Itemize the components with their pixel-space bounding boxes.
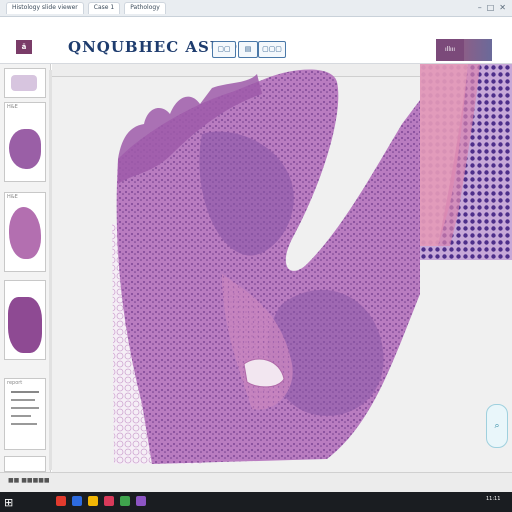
slide-thumbnail[interactable]: H&E — [4, 102, 46, 182]
slide-thumbnail[interactable]: H&E — [4, 192, 46, 272]
slide-thumbnail[interactable] — [4, 456, 46, 472]
minimize-icon[interactable]: – — [478, 3, 482, 12]
report-line — [11, 399, 35, 401]
close-icon[interactable]: ✕ — [499, 3, 506, 12]
taskbar-app-icon[interactable] — [56, 496, 66, 506]
toolbar-button-3[interactable]: ▢▢▢ — [258, 41, 286, 58]
thumbnail-image — [9, 129, 41, 169]
thumbnail-image — [9, 207, 41, 259]
zoom-control[interactable]: ⌕ — [486, 404, 508, 448]
browser-tab[interactable]: Pathology — [124, 2, 166, 14]
taskbar-app-icon[interactable] — [136, 496, 146, 506]
magnifier-icon: ⌕ — [494, 421, 500, 431]
browser-tab[interactable]: Case 1 — [87, 2, 121, 14]
taskbar-app-icon[interactable] — [72, 496, 82, 506]
status-bar — [0, 472, 512, 493]
brand-banner — [464, 39, 492, 61]
thumbnail-image — [11, 75, 37, 91]
magnified-inset-image[interactable] — [420, 64, 512, 260]
slide-thumbnail[interactable]: report — [4, 378, 46, 450]
taskbar-app-icon[interactable] — [104, 496, 114, 506]
maximize-icon[interactable]: □ — [487, 3, 495, 12]
window-controls: – □ ✕ — [478, 3, 506, 12]
report-line — [11, 407, 39, 409]
thumbnail-caption: report — [7, 380, 23, 386]
app-logo[interactable]: ä — [16, 40, 32, 54]
report-line — [11, 391, 39, 393]
taskbar-clock[interactable]: 11:11 — [486, 496, 500, 502]
taskbar-app-icon[interactable] — [88, 496, 98, 506]
taskbar-app-icon[interactable] — [120, 496, 130, 506]
thumbnail-image — [8, 297, 42, 353]
start-button-icon[interactable]: ⊞ — [4, 496, 13, 509]
tissue-section-image[interactable] — [52, 64, 420, 472]
thumbnail-caption: H&E — [7, 194, 18, 200]
slide-thumbnail[interactable] — [4, 280, 46, 360]
toolbar-button-2[interactable]: ▤ — [238, 41, 258, 58]
status-text: ■■ ■■■■■ — [8, 477, 50, 484]
report-line — [11, 423, 37, 425]
brand-badge: ıllııı — [436, 39, 464, 61]
report-line — [11, 415, 31, 417]
slide-thumbnail[interactable] — [4, 68, 46, 98]
toolbar-button-1[interactable]: ▢▢ — [212, 41, 236, 58]
thumbnail-caption: H&E — [7, 104, 18, 110]
browser-tabs: Histology slide viewer Case 1 Pathology — [6, 2, 166, 14]
browser-tab[interactable]: Histology slide viewer — [6, 2, 84, 14]
